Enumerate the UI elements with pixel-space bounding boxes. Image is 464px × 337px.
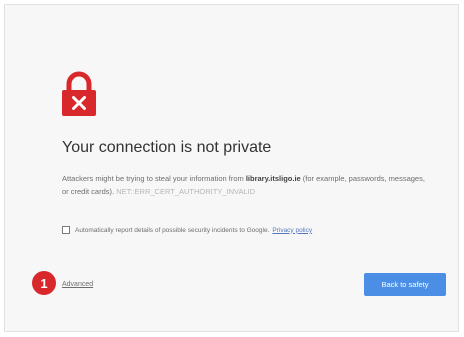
- error-code[interactable]: NET::ERR_CERT_AUTHORITY_INVALID: [116, 187, 255, 196]
- report-option: Automatically report details of possible…: [62, 226, 312, 234]
- page-title: Your connection is not private: [62, 139, 272, 156]
- privacy-policy-link[interactable]: Privacy policy: [272, 227, 312, 234]
- report-checkbox[interactable]: [62, 226, 70, 234]
- back-to-safety-button[interactable]: Back to safety: [364, 273, 446, 296]
- step-badge: 1: [32, 271, 56, 295]
- warning-text-prefix: Attackers might be trying to steal your …: [62, 174, 246, 183]
- report-label: Automatically report details of possible…: [75, 226, 270, 234]
- warning-message: Attackers might be trying to steal your …: [62, 172, 432, 198]
- site-hostname: library.itsligo.ie: [245, 174, 301, 183]
- interstitial-page: Your connection is not private Attackers…: [4, 4, 459, 332]
- lock-error-icon: [62, 71, 96, 116]
- advanced-link[interactable]: Advanced: [62, 281, 93, 288]
